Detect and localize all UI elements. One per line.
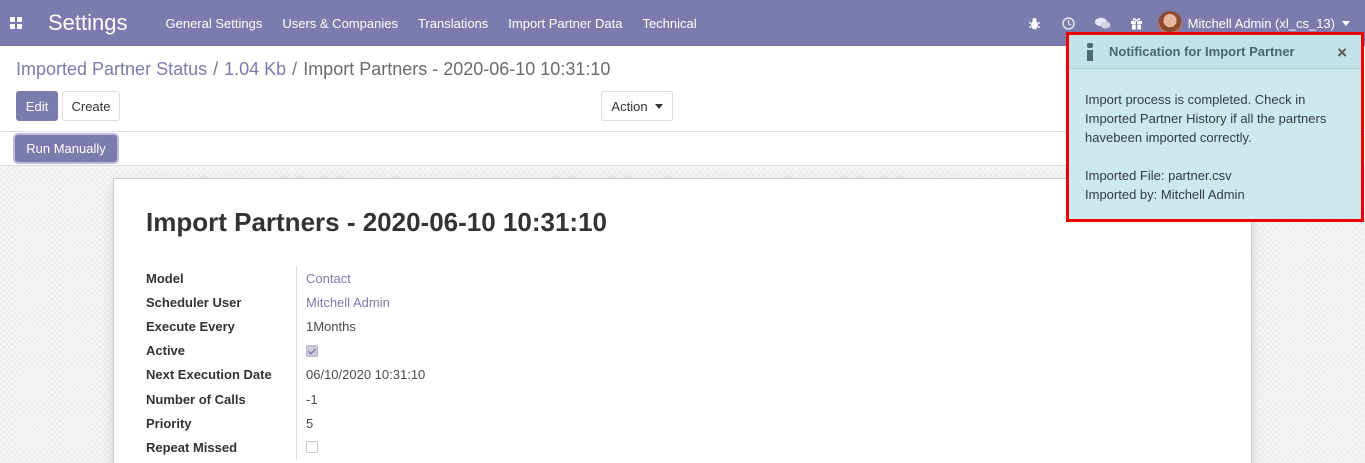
notification-toast: Notification for Import Partner × Import… bbox=[1066, 32, 1364, 222]
breadcrumb-current: Import Partners - 2020-06-10 10:31:10 bbox=[303, 59, 611, 79]
field-scheduler-user: Scheduler User Mitchell Admin bbox=[146, 290, 425, 315]
field-active: Active bbox=[146, 338, 425, 363]
menu-general-settings[interactable]: General Settings bbox=[166, 16, 263, 31]
repeat-missed-checkbox[interactable] bbox=[306, 441, 318, 454]
breadcrumb-imported-partner-status[interactable]: Imported Partner Status bbox=[16, 59, 207, 80]
notification-header: Notification for Import Partner × bbox=[1069, 35, 1361, 69]
apps-menu-icon[interactable] bbox=[0, 0, 32, 46]
field-label: Repeat Missed bbox=[146, 439, 238, 455]
menu-users-companies[interactable]: Users & Companies bbox=[282, 16, 398, 31]
menu-translations[interactable]: Translations bbox=[418, 16, 488, 31]
breadcrumb: Imported Partner Status / 1.04 Kb / Impo… bbox=[16, 59, 610, 80]
info-icon bbox=[1085, 42, 1095, 61]
breadcrumb-file-size[interactable]: 1.04 Kb bbox=[224, 59, 286, 80]
notification-message-line: Import process is completed. Check in bbox=[1085, 92, 1306, 107]
field-repeat-missed: Repeat Missed bbox=[146, 435, 425, 460]
field-priority: Priority 5 bbox=[146, 411, 425, 436]
scheduler-user-link[interactable]: Mitchell Admin bbox=[296, 290, 390, 315]
number-of-calls-value: -1 bbox=[296, 386, 318, 412]
action-dropdown[interactable]: Action bbox=[601, 91, 673, 121]
app-title[interactable]: Settings bbox=[48, 10, 128, 36]
edit-button[interactable]: Edit bbox=[16, 91, 58, 121]
notification-file-line: Imported File: partner.csv bbox=[1085, 168, 1232, 183]
active-checkbox[interactable] bbox=[306, 344, 318, 357]
close-icon[interactable]: × bbox=[1337, 43, 1347, 63]
notification-message-line: havebeen imported correctly. bbox=[1085, 130, 1252, 145]
field-label: Number of Calls bbox=[146, 391, 246, 407]
action-label: Action bbox=[611, 98, 648, 114]
field-label: Active bbox=[146, 343, 186, 359]
next-execution-date-value: 06/10/2020 10:31:10 bbox=[296, 362, 425, 387]
notification-body: Import process is completed. Check in Im… bbox=[1069, 69, 1361, 204]
create-button[interactable]: Create bbox=[62, 91, 120, 121]
field-label: Next Execution Date bbox=[146, 367, 272, 383]
record-title: Import Partners - 2020-06-10 10:31:10 bbox=[146, 207, 608, 237]
bug-icon[interactable] bbox=[1018, 0, 1052, 46]
priority-value: 5 bbox=[296, 411, 313, 436]
main-menu: General Settings Users & Companies Trans… bbox=[166, 16, 717, 31]
field-label: Model bbox=[146, 270, 184, 286]
menu-import-partner-data[interactable]: Import Partner Data bbox=[508, 16, 622, 31]
repeat-missed-value bbox=[296, 435, 318, 460]
execute-every-value: 1Months bbox=[296, 314, 356, 339]
field-execute-every: Execute Every 1Months bbox=[146, 314, 425, 339]
chevron-down-icon bbox=[654, 103, 663, 109]
field-number-of-calls: Number of Calls -1 bbox=[146, 386, 425, 412]
menu-technical[interactable]: Technical bbox=[642, 16, 696, 31]
form-fields: Model Contact Scheduler User Mitchell Ad… bbox=[146, 266, 425, 460]
user-name: Mitchell Admin (xl_cs_13) bbox=[1187, 15, 1335, 31]
notification-title: Notification for Import Partner bbox=[1109, 44, 1295, 59]
active-value bbox=[296, 338, 318, 363]
field-label: Priority bbox=[146, 415, 192, 431]
breadcrumb-separator: / bbox=[213, 59, 219, 79]
breadcrumb-separator: / bbox=[292, 59, 298, 79]
notification-message-line: Imported Partner History if all the part… bbox=[1085, 111, 1327, 126]
field-model: Model Contact bbox=[146, 266, 425, 291]
model-link[interactable]: Contact bbox=[296, 266, 351, 291]
notification-by-line: Imported by: Mitchell Admin bbox=[1085, 187, 1245, 202]
chevron-down-icon bbox=[1342, 20, 1350, 26]
run-manually-button[interactable]: Run Manually bbox=[15, 135, 117, 162]
field-next-execution-date: Next Execution Date 06/10/2020 10:31:10 bbox=[146, 362, 425, 387]
field-label: Scheduler User bbox=[146, 294, 242, 310]
field-label: Execute Every bbox=[146, 318, 235, 334]
